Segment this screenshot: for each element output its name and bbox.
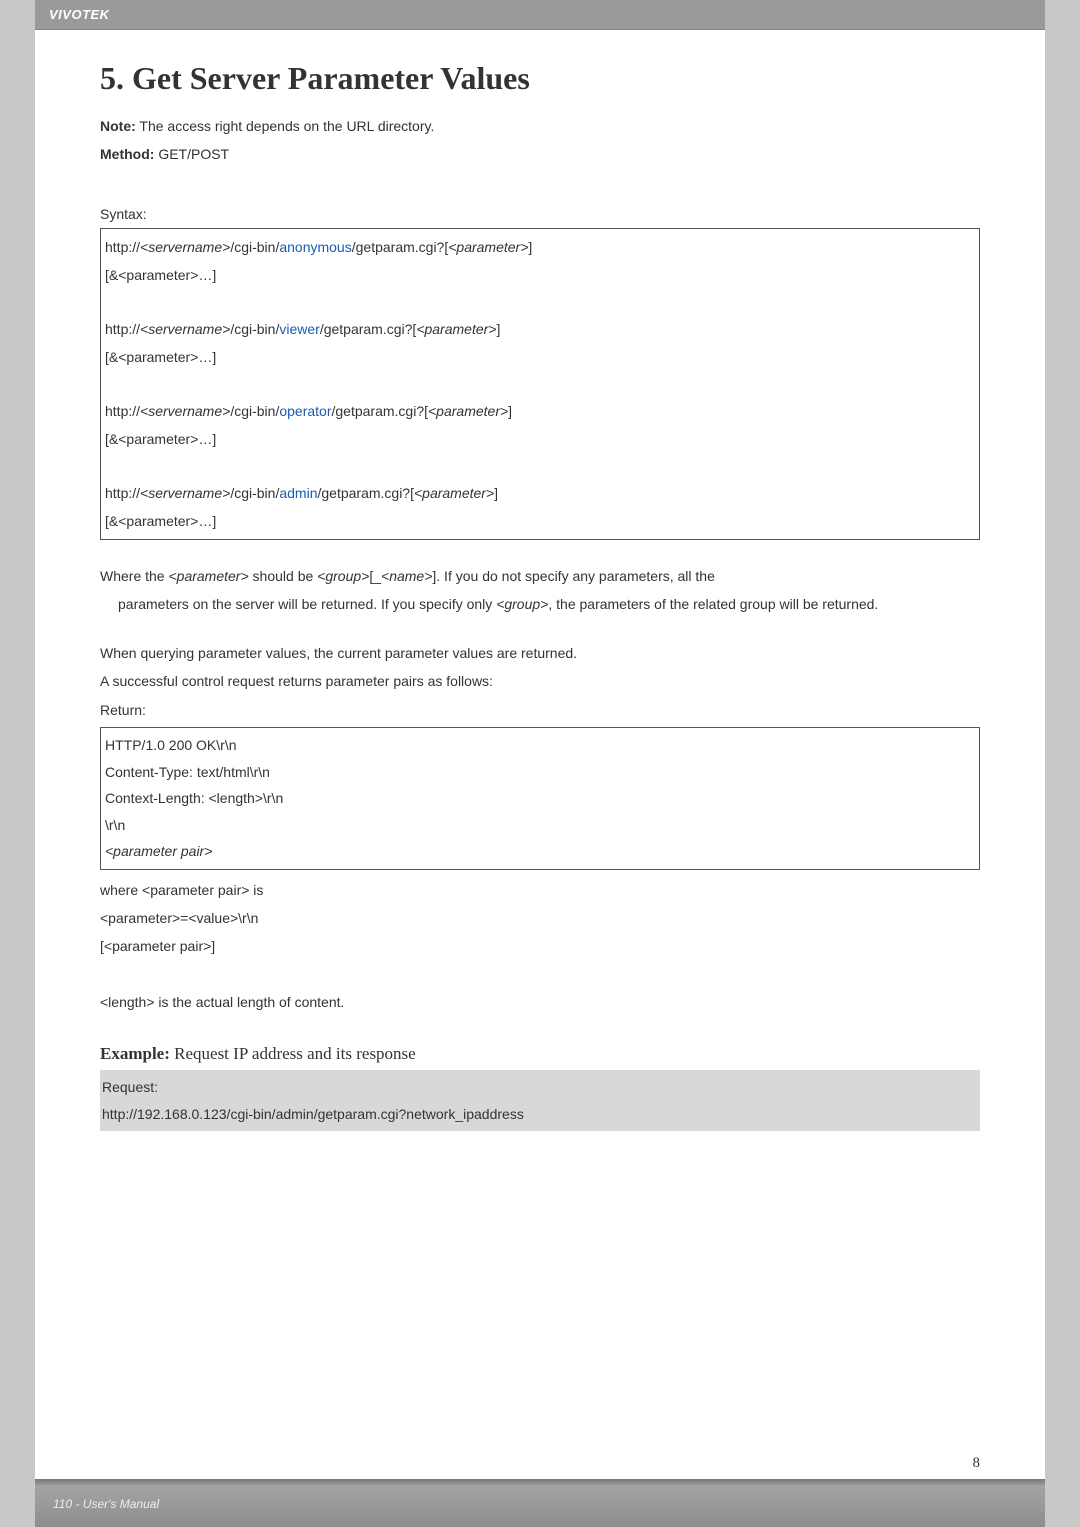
t: ] bbox=[494, 485, 498, 501]
return-l5: <parameter pair> bbox=[105, 838, 975, 865]
t: , the parameters of the related group wi… bbox=[548, 596, 878, 612]
description-1: Where the <parameter> should be <group>[… bbox=[100, 562, 980, 618]
after-l4: <length> is the actual length of content… bbox=[100, 988, 980, 1016]
t: http:// bbox=[105, 239, 140, 255]
syntax-line-5: http://<servername>/cgi-bin/operator/get… bbox=[105, 397, 975, 425]
role-operator: operator bbox=[279, 403, 331, 419]
syntax-box: http://<servername>/cgi-bin/anonymous/ge… bbox=[100, 228, 980, 540]
t: Where the bbox=[100, 568, 168, 584]
syntax-line-7: http://<servername>/cgi-bin/admin/getpar… bbox=[105, 479, 975, 507]
example-box: Request: http://192.168.0.123/cgi-bin/ad… bbox=[100, 1070, 980, 1131]
header-bar: VIVOTEK bbox=[35, 0, 1045, 29]
gap bbox=[105, 289, 975, 315]
t: should be bbox=[249, 568, 318, 584]
after-box: where <parameter pair> is <parameter>=<v… bbox=[100, 876, 980, 1016]
t: http:// bbox=[105, 321, 140, 337]
t: [_ bbox=[369, 568, 381, 584]
syntax-line-1: http://<servername>/cgi-bin/anonymous/ge… bbox=[105, 233, 975, 261]
t: /cgi-bin/ bbox=[230, 403, 279, 419]
return-l4: \r\n bbox=[105, 812, 975, 839]
gap bbox=[105, 453, 975, 479]
parameter: <parameter> bbox=[448, 239, 528, 255]
return-l3: Context-Length: <length>\r\n bbox=[105, 785, 975, 812]
t: ] bbox=[508, 403, 512, 419]
brand-text: VIVOTEK bbox=[49, 7, 110, 22]
t: /getparam.cgi?[ bbox=[320, 321, 417, 337]
t: /getparam.cgi?[ bbox=[317, 485, 414, 501]
parameter: <parameter> bbox=[414, 485, 494, 501]
content: 5. Get Server Parameter Values Note: The… bbox=[35, 30, 1045, 1131]
syntax-line-6: [&<parameter>…] bbox=[105, 425, 975, 453]
t: /cgi-bin/ bbox=[230, 239, 279, 255]
example-text: Request IP address and its response bbox=[170, 1044, 416, 1063]
t: /getparam.cgi?[ bbox=[332, 403, 429, 419]
after-l3: [<parameter pair>] bbox=[100, 932, 980, 960]
t: http:// bbox=[105, 485, 140, 501]
syntax-label: Syntax: bbox=[100, 206, 980, 222]
method-text: GET/POST bbox=[154, 146, 229, 162]
after-l2: <parameter>=<value>\r\n bbox=[100, 904, 980, 932]
t: <parameter> bbox=[168, 568, 248, 584]
t: /cgi-bin/ bbox=[230, 485, 279, 501]
gap bbox=[105, 371, 975, 397]
section-title: 5. Get Server Parameter Values bbox=[100, 60, 980, 97]
servername: <servername> bbox=[140, 321, 230, 337]
method-line: Method: GET/POST bbox=[100, 143, 980, 165]
servername: <servername> bbox=[140, 403, 230, 419]
page-number: 8 bbox=[973, 1455, 981, 1472]
t: /getparam.cgi?[ bbox=[352, 239, 449, 255]
return-l1: HTTP/1.0 200 OK\r\n bbox=[105, 732, 975, 759]
t: /cgi-bin/ bbox=[230, 321, 279, 337]
t: parameters on the server will be returne… bbox=[118, 596, 496, 612]
method-label: Method: bbox=[100, 146, 154, 162]
parameter: <parameter> bbox=[428, 403, 508, 419]
description-2: When querying parameter values, the curr… bbox=[100, 642, 980, 664]
after-l1: where <parameter pair> is bbox=[100, 876, 980, 904]
footer: 110 - User's Manual bbox=[35, 1479, 1045, 1527]
example-heading: Example: Request IP address and its resp… bbox=[100, 1044, 980, 1064]
t: <group> bbox=[496, 596, 548, 612]
servername: <servername> bbox=[140, 485, 230, 501]
t: <group> bbox=[317, 568, 369, 584]
note-line: Note: The access right depends on the UR… bbox=[100, 115, 980, 137]
parameter: <parameter> bbox=[416, 321, 496, 337]
syntax-line-2: [&<parameter>…] bbox=[105, 261, 975, 289]
note-text: The access right depends on the URL dire… bbox=[136, 118, 435, 134]
syntax-line-8: [&<parameter>…] bbox=[105, 507, 975, 535]
role-admin: admin bbox=[279, 485, 317, 501]
t: ] bbox=[528, 239, 532, 255]
servername: <servername> bbox=[140, 239, 230, 255]
t: ]. If you do not specify any parameters,… bbox=[432, 568, 714, 584]
note-label: Note: bbox=[100, 118, 136, 134]
return-box: HTTP/1.0 200 OK\r\n Content-Type: text/h… bbox=[100, 727, 980, 870]
role-viewer: viewer bbox=[279, 321, 319, 337]
example-l2: http://192.168.0.123/cgi-bin/admin/getpa… bbox=[102, 1101, 978, 1128]
return-label: Return: bbox=[100, 699, 980, 721]
page: VIVOTEK 5. Get Server Parameter Values N… bbox=[35, 0, 1045, 1527]
t: http:// bbox=[105, 403, 140, 419]
syntax-line-3: http://<servername>/cgi-bin/viewer/getpa… bbox=[105, 315, 975, 343]
t: ] bbox=[496, 321, 500, 337]
syntax-line-4: [&<parameter>…] bbox=[105, 343, 975, 371]
return-l2: Content-Type: text/html\r\n bbox=[105, 759, 975, 786]
indent: parameters on the server will be returne… bbox=[100, 590, 878, 618]
example-label: Example: bbox=[100, 1044, 170, 1063]
footer-text: 110 - User's Manual bbox=[35, 1485, 1045, 1523]
role-anonymous: anonymous bbox=[279, 239, 351, 255]
t: <name> bbox=[381, 568, 432, 584]
description-3: A successful control request returns par… bbox=[100, 670, 980, 692]
example-l1: Request: bbox=[102, 1074, 978, 1101]
